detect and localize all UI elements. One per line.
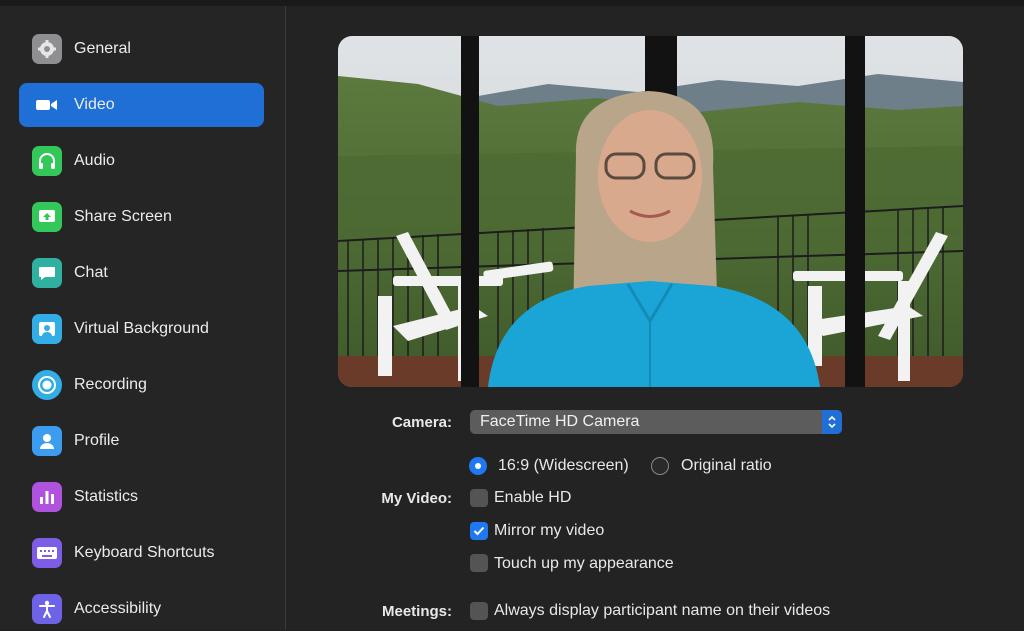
- camera-label: Camera:: [391, 414, 452, 431]
- sidebar-item-label: Virtual Background: [74, 320, 209, 337]
- settings-sidebar: General Video Audio Share Screen Chat Vi…: [0, 6, 286, 630]
- sidebar-item-label: Chat: [74, 264, 108, 281]
- sidebar-item-audio[interactable]: Audio: [19, 139, 264, 183]
- chevron-up-down-icon: [822, 410, 842, 434]
- sidebar-item-label: Keyboard Shortcuts: [74, 544, 215, 561]
- person-icon: [32, 426, 62, 456]
- sidebar-item-label: Recording: [74, 376, 147, 393]
- sidebar-item-label: Statistics: [74, 488, 139, 505]
- enable-hd-label: Enable HD: [494, 489, 572, 506]
- sidebar-item-keyboard-shortcuts[interactable]: Keyboard Shortcuts: [19, 531, 264, 575]
- record-icon: [32, 370, 62, 400]
- sidebar-item-label: Share Screen: [74, 208, 172, 225]
- sidebar-item-label: Audio: [74, 152, 115, 169]
- original-ratio-radio[interactable]: [651, 457, 669, 475]
- camera-preview-image: [338, 36, 963, 387]
- my-video-label: My Video:: [381, 490, 452, 507]
- sidebar-item-label: General: [74, 40, 131, 57]
- sidebar-item-general[interactable]: General: [19, 27, 264, 71]
- sidebar-item-statistics[interactable]: Statistics: [19, 475, 264, 519]
- accessibility-icon: [32, 594, 62, 624]
- camera-select[interactable]: FaceTime HD Camera: [470, 410, 842, 434]
- checkmark-icon: [473, 526, 485, 536]
- original-ratio-label: Original ratio: [681, 457, 772, 474]
- video-settings-panel: Camera: FaceTime HD Camera 16:9 (Widescr…: [286, 6, 1024, 630]
- headphones-icon: [32, 146, 62, 176]
- camera-select-value: FaceTime HD Camera: [480, 413, 640, 430]
- always-display-names-checkbox[interactable]: [470, 602, 488, 620]
- sidebar-item-virtual-background[interactable]: Virtual Background: [19, 307, 264, 351]
- sidebar-item-label: Accessibility: [74, 600, 162, 617]
- person-portrait-icon: [32, 314, 62, 344]
- sidebar-item-video[interactable]: Video: [19, 83, 264, 127]
- sidebar-item-label: Video: [74, 96, 115, 113]
- mirror-video-checkbox[interactable]: [470, 522, 488, 540]
- sidebar-item-profile[interactable]: Profile: [19, 419, 264, 463]
- mirror-video-label: Mirror my video: [494, 522, 605, 539]
- sidebar-item-chat[interactable]: Chat: [19, 251, 264, 295]
- bar-chart-icon: [32, 482, 62, 512]
- enable-hd-checkbox[interactable]: [470, 489, 488, 507]
- keyboard-icon: [32, 538, 62, 568]
- always-display-names-label: Always display participant name on their…: [494, 602, 831, 619]
- sidebar-item-label: Profile: [74, 432, 120, 449]
- gear-icon: [32, 34, 62, 64]
- meetings-label: Meetings:: [381, 603, 452, 620]
- video-camera-icon: [32, 90, 62, 120]
- touch-up-checkbox[interactable]: [470, 554, 488, 572]
- camera-preview: [338, 36, 963, 387]
- sidebar-item-accessibility[interactable]: Accessibility: [19, 587, 264, 631]
- sidebar-item-recording[interactable]: Recording: [19, 363, 264, 407]
- touch-up-label: Touch up my appearance: [494, 555, 674, 572]
- widescreen-radio[interactable]: [469, 457, 487, 475]
- share-screen-icon: [32, 202, 62, 232]
- widescreen-label: 16:9 (Widescreen): [498, 457, 629, 474]
- chat-bubble-icon: [32, 258, 62, 288]
- sidebar-item-share-screen[interactable]: Share Screen: [19, 195, 264, 239]
